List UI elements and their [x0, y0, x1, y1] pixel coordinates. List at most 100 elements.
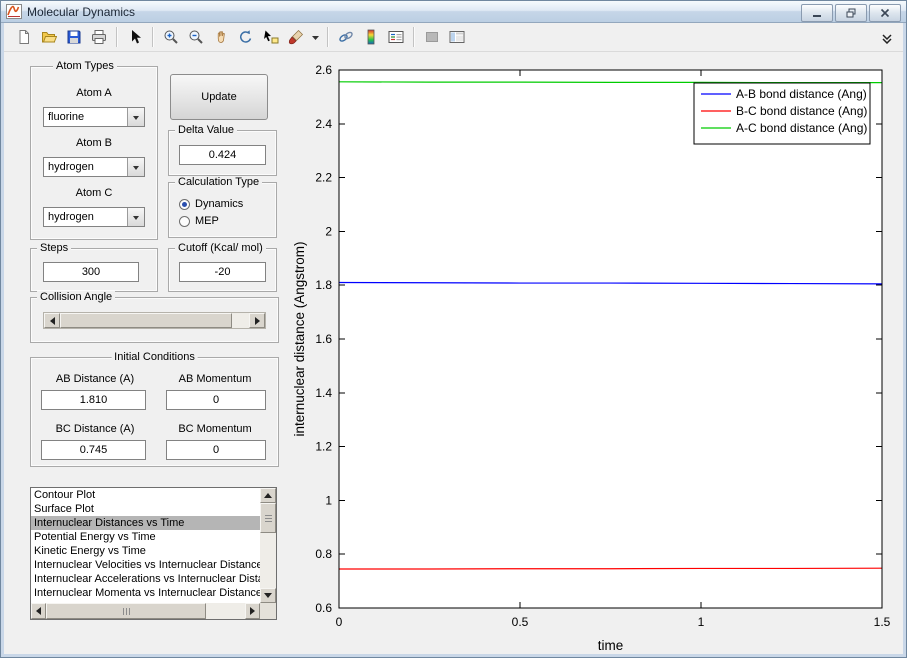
edit-plot-cursor-icon[interactable]: [123, 25, 147, 49]
svg-text:A-C bond distance (Ang): A-C bond distance (Ang): [736, 121, 867, 135]
atom-a-label: Atom A: [76, 87, 112, 99]
link-plot-icon[interactable]: [334, 25, 358, 49]
new-file-icon[interactable]: [12, 25, 36, 49]
pan-hand-icon[interactable]: [209, 25, 233, 49]
list-item[interactable]: Surface Plot: [31, 502, 260, 516]
chevron-down-icon[interactable]: [127, 158, 144, 176]
svg-text:0: 0: [336, 615, 343, 629]
data-cursor-icon[interactable]: [259, 25, 283, 49]
matlab-figure-icon: [6, 4, 22, 19]
scroll-right-arrow-icon[interactable]: [245, 603, 260, 619]
delta-value-title: Delta Value: [175, 124, 238, 137]
molecular-dynamics-window: Molecular Dynamics Atom Types Atom A flu…: [0, 0, 907, 658]
save-icon[interactable]: [62, 25, 86, 49]
restore-icon: [846, 8, 856, 18]
atom-c-value: hydrogen: [48, 211, 94, 223]
atom-b-value: hydrogen: [48, 161, 94, 173]
toolbar-separator: [116, 27, 118, 47]
list-item[interactable]: Internuclear Accelerations vs Internucle…: [31, 572, 260, 586]
svg-text:A-B bond distance (Ang): A-B bond distance (Ang): [736, 87, 867, 101]
svg-text:1: 1: [698, 615, 705, 629]
radio-icon[interactable]: [179, 215, 190, 227]
slider-right-arrow-icon[interactable]: [249, 313, 265, 328]
atom-types-panel: Atom Types Atom A fluorine Atom B hydrog…: [30, 60, 158, 240]
hide-plot-tools-icon[interactable]: [420, 25, 444, 49]
atom-a-value: fluorine: [48, 111, 85, 123]
list-item[interactable]: Contour Plot: [31, 488, 260, 502]
atom-b-dropdown[interactable]: hydrogen: [43, 157, 145, 177]
list-item[interactable]: Internuclear Momenta vs Internuclear Dis…: [31, 586, 260, 600]
atom-b-label: Atom B: [75, 137, 113, 149]
svg-text:internuclear distance (Angstro: internuclear distance (Angstrom): [292, 241, 307, 436]
collision-angle-slider[interactable]: [43, 312, 266, 329]
list-item[interactable]: Internuclear Distances vs Time: [31, 516, 260, 530]
steps-title: Steps: [37, 242, 72, 255]
minimize-button[interactable]: [801, 4, 833, 22]
atom-c-dropdown[interactable]: hydrogen: [43, 207, 145, 227]
rotate-3d-icon[interactable]: [234, 25, 258, 49]
toolbar-overflow-icon[interactable]: [881, 32, 893, 45]
atom-types-panel-title: Atom Types: [53, 60, 117, 73]
bc-momentum-field[interactable]: [166, 440, 266, 460]
toolbar-separator: [152, 27, 154, 47]
minimize-icon: [813, 15, 821, 17]
radio-icon[interactable]: [179, 198, 190, 210]
slider-thumb[interactable]: [60, 313, 232, 328]
list-item[interactable]: Internuclear Velocities vs Internuclear …: [31, 558, 260, 572]
brush-dropdown-icon[interactable]: [309, 25, 322, 49]
svg-text:1: 1: [325, 493, 332, 507]
zoom-in-icon[interactable]: [159, 25, 183, 49]
list-item[interactable]: Potential Energy vs Time: [31, 530, 260, 544]
mep-radio-label: MEP: [195, 215, 219, 227]
collision-angle-panel: Collision Angle: [30, 291, 279, 343]
plot-listbox-items: Contour Plot Surface Plot Internuclear Dis…: [31, 488, 260, 603]
show-plot-tools-icon[interactable]: [445, 25, 469, 49]
mep-radio[interactable]: MEP: [179, 214, 219, 228]
cutoff-field[interactable]: [179, 262, 266, 282]
window-controls: [801, 4, 901, 22]
list-item[interactable]: Kinetic Energy vs Time: [31, 544, 260, 558]
svg-text:1.5: 1.5: [874, 615, 891, 629]
initial-conditions-panel: Initial Conditions AB Distance (A) AB Mo…: [30, 351, 279, 467]
horizontal-scrollbar-thumb[interactable]: [46, 603, 206, 619]
scroll-left-arrow-icon[interactable]: [31, 603, 46, 619]
chart-svg: 0 0.5 1 1.5 0.6 0.8 1 1.2 1.4 1.6 1.8 2 2.2 2.4 2.6 tim…: [292, 63, 891, 653]
chevron-down-icon[interactable]: [127, 208, 144, 226]
svg-text:1.4: 1.4: [315, 386, 332, 400]
insert-legend-icon[interactable]: [384, 25, 408, 49]
atom-c-label: Atom C: [75, 187, 113, 199]
restore-button[interactable]: [835, 4, 867, 22]
vertical-scrollbar[interactable]: [260, 488, 276, 603]
slider-left-arrow-icon[interactable]: [44, 313, 60, 328]
brush-data-icon[interactable]: [284, 25, 308, 49]
vertical-scrollbar-thumb[interactable]: [260, 503, 276, 533]
ab-distance-field[interactable]: [41, 390, 146, 410]
close-icon: [880, 8, 890, 18]
scroll-up-arrow-icon[interactable]: [260, 488, 276, 503]
steps-field[interactable]: [43, 262, 139, 282]
close-button[interactable]: [869, 4, 901, 22]
horizontal-scrollbar[interactable]: [31, 603, 260, 619]
dynamics-radio-label: Dynamics: [195, 198, 244, 210]
chevron-down-icon[interactable]: [127, 108, 144, 126]
zoom-out-icon[interactable]: [184, 25, 208, 49]
delta-value-field[interactable]: [179, 145, 266, 165]
svg-text:1.2: 1.2: [315, 440, 332, 454]
atom-a-dropdown[interactable]: fluorine: [43, 107, 145, 127]
ab-momentum-label: AB Momentum: [178, 373, 252, 385]
toolbar-separator: [327, 27, 329, 47]
scroll-down-arrow-icon[interactable]: [260, 588, 276, 603]
delta-value-panel: Delta Value: [168, 124, 277, 176]
print-icon[interactable]: [87, 25, 111, 49]
ab-momentum-field[interactable]: [166, 390, 266, 410]
insert-colorbar-icon[interactable]: [359, 25, 383, 49]
bc-distance-field[interactable]: [41, 440, 146, 460]
cutoff-panel: Cutoff (Kcal/ mol): [168, 242, 277, 292]
titlebar: Molecular Dynamics: [1, 1, 906, 23]
collision-angle-title: Collision Angle: [37, 291, 116, 304]
open-folder-icon[interactable]: [37, 25, 61, 49]
update-button[interactable]: Update: [170, 74, 268, 120]
dynamics-radio[interactable]: Dynamics: [179, 197, 243, 211]
axes-plot: 0 0.5 1 1.5 0.6 0.8 1 1.2 1.4 1.6 1.8 2 2.2 2.4 2.6 tim…: [290, 58, 902, 654]
calculation-type-title: Calculation Type: [175, 176, 263, 189]
